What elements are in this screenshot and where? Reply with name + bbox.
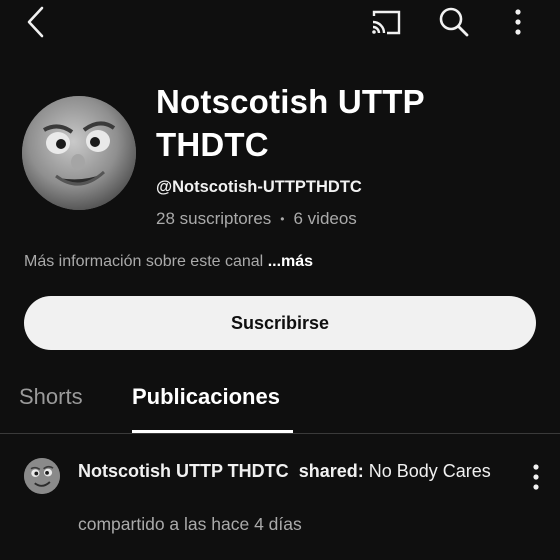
more-info-link[interactable]: Más información sobre este canal ...más (24, 253, 313, 271)
more-info-text: Más información sobre este canal (24, 253, 264, 270)
back-button[interactable] (20, 2, 52, 42)
channel-name: Notscotish UTTP THDTC (156, 83, 425, 163)
post-timestamp: compartido a las hace 4 días (78, 514, 302, 534)
post-shared-label: shared: (298, 461, 364, 481)
active-tab-indicator (132, 430, 293, 433)
more-vertical-icon (515, 9, 521, 35)
post-shared-title[interactable]: No Body Cares (369, 461, 491, 481)
channel-tabs: Shorts Publicaciones (0, 372, 560, 434)
tab-posts[interactable]: Publicaciones (132, 384, 280, 410)
search-icon (439, 7, 469, 37)
stats-separator: • (280, 212, 285, 226)
subscriber-count: 28 suscriptores (156, 209, 272, 228)
post-author-avatar[interactable] (24, 458, 60, 494)
subscribe-button[interactable]: Suscribirse (24, 296, 536, 350)
channel-handle: @Notscotish-UTTPTHDTC (156, 178, 362, 196)
post-author[interactable]: Notscotish UTTP THDTC (78, 461, 289, 481)
search-button[interactable] (434, 2, 474, 42)
chevron-left-icon (27, 6, 44, 38)
post-menu-button[interactable] (522, 460, 550, 494)
cast-icon (372, 10, 401, 35)
top-app-bar (0, 0, 560, 44)
channel-avatar[interactable] (22, 96, 136, 210)
video-count: 6 videos (293, 209, 357, 228)
more-options-button[interactable] (503, 2, 533, 42)
avatar-face-image (22, 96, 136, 210)
cast-button[interactable] (366, 4, 406, 40)
avatar-face-image (24, 458, 60, 494)
channel-stats: 28 suscriptores • 6 videos (156, 209, 357, 229)
more-vertical-icon (533, 464, 539, 490)
more-link[interactable]: ...más (268, 253, 313, 270)
community-post[interactable]: Notscotish UTTP THDTC shared: No Body Ca… (0, 446, 560, 560)
post-headline: Notscotish UTTP THDTC shared: No Body Ca… (78, 459, 498, 483)
tab-shorts[interactable]: Shorts (19, 384, 83, 410)
